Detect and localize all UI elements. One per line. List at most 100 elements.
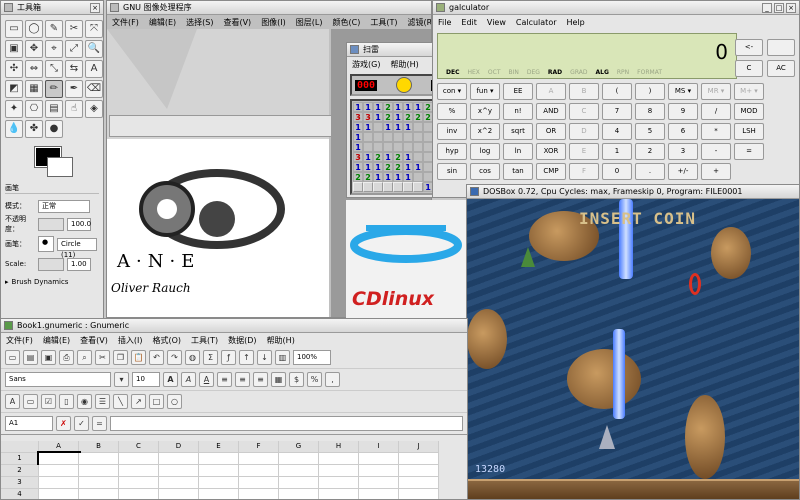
calc-button[interactable]: cos (470, 163, 500, 180)
calc-button[interactable]: n! (503, 103, 533, 120)
sheet-cell[interactable] (239, 489, 279, 499)
mine-cell[interactable] (383, 142, 393, 152)
calc-button[interactable]: = (734, 143, 764, 160)
color-swatches[interactable] (5, 145, 99, 179)
menu-item[interactable]: 数据(D) (228, 335, 256, 346)
mine-cell[interactable]: 1 (383, 122, 393, 132)
calc-mode-indicators[interactable]: DEC HEX OCT BIN DEG RAD GRAD ALG RPN FORMAT (446, 69, 662, 76)
sheet-cell[interactable] (79, 477, 119, 489)
mine-cell[interactable] (413, 142, 423, 152)
tool-icon[interactable]: ✏ (45, 80, 63, 98)
sheet-cell[interactable] (79, 465, 119, 477)
calc-button[interactable]: LSH (734, 123, 764, 140)
dropdown-icon[interactable]: ▾ (114, 372, 129, 387)
calc-button[interactable]: 1 (602, 143, 632, 160)
mine-cell[interactable]: 1 (353, 142, 363, 152)
mine-cell[interactable] (363, 132, 373, 142)
calc-button[interactable]: con ▾ (437, 83, 467, 100)
mine-cell[interactable] (373, 142, 383, 152)
brush-dynamics-expander[interactable]: Brush Dynamics (12, 278, 69, 286)
calc-button[interactable]: ln (503, 143, 533, 160)
mine-cell[interactable]: 1 (403, 102, 413, 112)
sheet-cell[interactable] (239, 477, 279, 489)
tool-icon[interactable]: ✒ (65, 80, 83, 98)
calc-button[interactable]: sqrt (503, 123, 533, 140)
sheet-cell[interactable] (119, 489, 159, 499)
align-center-icon[interactable]: ≡ (235, 372, 250, 387)
mine-cell[interactable]: 2 (363, 172, 373, 182)
mine-cell[interactable] (413, 172, 423, 182)
sheet-cell[interactable] (79, 489, 119, 499)
tool-icon[interactable]: ⌖ (45, 40, 63, 58)
chart-icon[interactable]: ▥ (275, 350, 290, 365)
mine-cell[interactable]: 1 (353, 122, 363, 132)
bold-icon[interactable]: A (163, 372, 178, 387)
mode-select[interactable]: 正常 (38, 199, 90, 213)
mine-cell[interactable]: 1 (413, 102, 423, 112)
scale-slider[interactable] (38, 257, 64, 271)
menu-item[interactable]: 图层(L) (296, 17, 323, 28)
calc-button[interactable]: M+ ▾ (734, 83, 764, 100)
menu-item[interactable]: Edit (461, 18, 477, 27)
calc-button[interactable]: OR (536, 123, 566, 140)
hyperlink-icon[interactable]: ◍ (185, 350, 200, 365)
tool-icon[interactable]: ✥ (25, 40, 43, 58)
game-screen[interactable]: INSERT COIN 13280 (467, 199, 799, 499)
arrow-tool-icon[interactable]: ↗ (131, 394, 146, 409)
mine-cell[interactable]: 2 (413, 112, 423, 122)
tool-icon[interactable]: ⎔ (25, 100, 43, 118)
align-right-icon[interactable]: ≡ (253, 372, 268, 387)
calc-button[interactable]: tan (503, 163, 533, 180)
tool-icon[interactable]: ☝ (65, 100, 83, 118)
menu-item[interactable]: 查看(V) (80, 335, 108, 346)
sheet-cell[interactable] (319, 465, 359, 477)
mine-cell[interactable]: 1 (353, 102, 363, 112)
underline-icon[interactable]: A (199, 372, 214, 387)
tool-icon[interactable]: 💧 (5, 120, 23, 138)
opacity-value[interactable]: 100.0 (67, 217, 91, 231)
sheet-cell[interactable] (239, 453, 279, 465)
mine-cell[interactable]: 1 (403, 122, 413, 132)
mine-cell[interactable]: 1 (403, 172, 413, 182)
calc-button[interactable]: + (701, 163, 731, 180)
tool-icon[interactable]: A (85, 60, 103, 78)
calc-button[interactable]: * (701, 123, 731, 140)
mode-indicator[interactable]: ALG (595, 69, 608, 76)
mode-indicator[interactable]: FORMAT (637, 69, 662, 76)
rectangle-tool-icon[interactable]: □ (149, 394, 164, 409)
calc-button[interactable]: hyp (437, 143, 467, 160)
mine-cell[interactable]: 1 (373, 112, 383, 122)
mine-cell[interactable]: 1 (393, 122, 403, 132)
calc-button[interactable]: ( (602, 83, 632, 100)
line-tool-icon[interactable]: ╲ (113, 394, 128, 409)
maximize-icon[interactable]: □ (774, 2, 784, 13)
font-size-select[interactable]: 10 (132, 372, 160, 387)
calc-button[interactable]: MOD (734, 103, 764, 120)
mine-cell[interactable]: 1 (373, 162, 383, 172)
mine-cell[interactable]: 1 (393, 102, 403, 112)
row-header[interactable]: 4 (1, 489, 39, 499)
mine-cell[interactable]: 2 (393, 162, 403, 172)
calc-button[interactable] (767, 39, 795, 56)
minimize-icon[interactable]: _ (762, 2, 772, 13)
menu-item[interactable]: 颜色(C) (333, 17, 361, 28)
sheet-cell[interactable] (119, 477, 159, 489)
cancel-edit-icon[interactable]: ✗ (56, 416, 71, 431)
tool-icon[interactable]: ⇆ (65, 60, 83, 78)
align-left-icon[interactable]: ≡ (217, 372, 232, 387)
print-icon[interactable]: ⎙ (59, 350, 74, 365)
mine-cell[interactable] (413, 132, 423, 142)
menu-item[interactable]: 滤镜(R) (407, 17, 431, 28)
currency-icon[interactable]: $ (289, 372, 304, 387)
mine-cell[interactable]: 1 (363, 122, 373, 132)
mode-indicator[interactable]: BIN (508, 69, 518, 76)
row-header[interactable]: 2 (1, 465, 39, 477)
mine-cell[interactable]: 1 (383, 172, 393, 182)
tool-icon[interactable]: ✣ (5, 60, 23, 78)
new-file-icon[interactable]: ▭ (5, 350, 20, 365)
open-file-icon[interactable]: ▤ (23, 350, 38, 365)
zoom-select[interactable]: 100% (293, 350, 331, 365)
tool-icon[interactable]: ▭ (5, 20, 23, 38)
tool-icon[interactable]: ◩ (5, 80, 23, 98)
menu-item[interactable]: 插入(I) (118, 335, 143, 346)
